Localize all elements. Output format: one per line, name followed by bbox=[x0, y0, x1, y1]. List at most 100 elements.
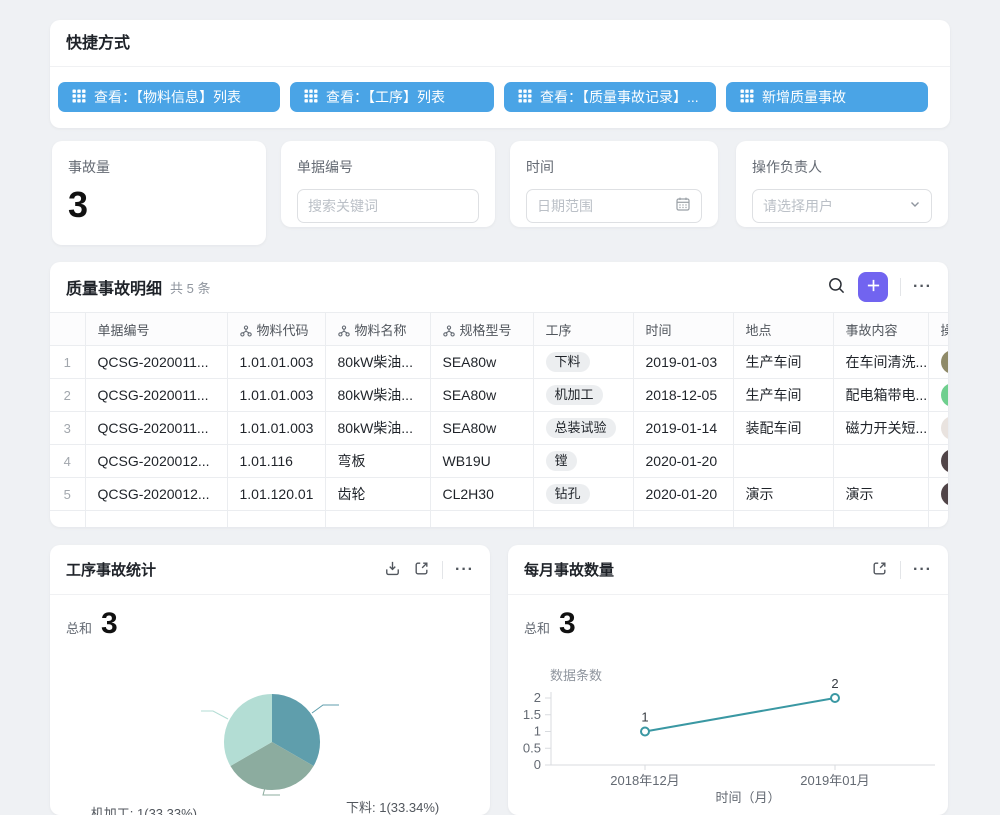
cell-material_name: 80kW柴油... bbox=[325, 379, 430, 412]
date-range-placeholder: 日期范围 bbox=[537, 196, 593, 216]
cell-place bbox=[733, 445, 833, 478]
cell-date: 2019-01-14 bbox=[633, 412, 733, 445]
cell-spec: CL2H30 bbox=[430, 478, 533, 511]
column-header-label: 工序 bbox=[546, 323, 572, 338]
docno-search-input[interactable] bbox=[308, 190, 468, 222]
table-header-row: 单据编号物料代码物料名称规格型号工序时间地点事故内容操作负责人 bbox=[50, 313, 948, 346]
x-tick-label: 2019年01月 bbox=[800, 773, 869, 788]
cell-avatar_color bbox=[928, 445, 948, 478]
pie-chart-area: 下料: 1(33.34%) 总装试验: 1(33.33%) 机加工: 1(33.… bbox=[50, 645, 490, 815]
link-icon bbox=[338, 325, 350, 337]
more-options-button[interactable]: ··· bbox=[913, 279, 932, 295]
calendar-icon bbox=[675, 196, 691, 217]
cell-content: 磁力开关短... bbox=[833, 412, 928, 445]
incident-detail-header: 质量事故明细 共 5 条 ··· bbox=[50, 262, 948, 312]
line-card-toolbar: ··· bbox=[871, 560, 932, 580]
expand-button[interactable] bbox=[871, 560, 888, 580]
assignee-avatar bbox=[941, 350, 949, 374]
pie-sum-row: 总和 3 bbox=[50, 595, 490, 640]
column-header: 地点 bbox=[733, 313, 833, 346]
more-options-button[interactable]: ··· bbox=[913, 562, 932, 578]
cell-process: 钻孔 bbox=[533, 478, 633, 511]
more-options-button[interactable]: ··· bbox=[455, 562, 474, 578]
pie-card-title: 工序事故统计 bbox=[66, 559, 156, 580]
shortcuts-card: 快捷方式 查看：【物料信息】列表 查看：【工序】列表 查看：【质量事故记录】..… bbox=[50, 20, 950, 128]
cell-doc_no: QCSG-2020012... bbox=[85, 445, 227, 478]
shortcut-view-incident-records-button[interactable]: 查看：【质量事故记录】... bbox=[504, 82, 716, 112]
pie-card-header: 工序事故统计 ··· bbox=[50, 545, 490, 595]
process-tag: 钻孔 bbox=[546, 484, 590, 504]
y-tick-label: 2 bbox=[534, 690, 541, 705]
cell-date: 2019-01-03 bbox=[633, 346, 733, 379]
x-tick-label: 2018年12月 bbox=[610, 773, 679, 788]
data-point[interactable] bbox=[831, 694, 839, 702]
sum-value: 3 bbox=[101, 608, 118, 640]
time-filter-card: 时间 日期范围 bbox=[510, 141, 718, 227]
data-point[interactable] bbox=[641, 728, 649, 736]
table-row[interactable]: 2QCSG-2020011...1.01.01.00380kW柴油...SEA8… bbox=[50, 379, 948, 412]
data-point-label: 2 bbox=[831, 676, 838, 691]
pie-slices bbox=[224, 694, 320, 790]
incident-count-card: 事故量 3 bbox=[52, 141, 266, 245]
owner-select-placeholder: 请选择用户 bbox=[763, 196, 833, 216]
download-button[interactable] bbox=[384, 560, 401, 580]
shortcut-view-material-list-button[interactable]: 查看：【物料信息】列表 bbox=[58, 82, 280, 112]
table-row[interactable]: 1QCSG-2020011...1.01.01.00380kW柴油...SEA8… bbox=[50, 346, 948, 379]
column-header: 时间 bbox=[633, 313, 733, 346]
docno-filter-label: 单据编号 bbox=[297, 157, 479, 177]
cell-num: 5 bbox=[50, 478, 85, 511]
cell-process: 总装试验 bbox=[533, 412, 633, 445]
time-filter-label: 时间 bbox=[526, 157, 702, 177]
cell-num: 4 bbox=[50, 445, 85, 478]
column-header-label: 操作负责人 bbox=[941, 323, 949, 338]
expand-button[interactable] bbox=[413, 560, 430, 580]
link-icon bbox=[240, 325, 252, 337]
column-header-label: 物料代码 bbox=[257, 323, 309, 338]
owner-select[interactable]: 请选择用户 bbox=[752, 189, 932, 223]
column-header: 物料代码 bbox=[227, 313, 325, 346]
table-row[interactable]: 4QCSG-2020012...1.01.116弯板WB19U镗2020-01-… bbox=[50, 445, 948, 478]
cell-content: 配电箱带电... bbox=[833, 379, 928, 412]
pie-chart bbox=[50, 645, 490, 815]
column-header: 单据编号 bbox=[85, 313, 227, 346]
line-series bbox=[645, 698, 835, 732]
cell-material_name: 齿轮 bbox=[325, 478, 430, 511]
search-icon bbox=[827, 276, 846, 298]
pie-label-jijiagong: 机加工: 1(33.33%) bbox=[50, 803, 197, 815]
shortcut-button-label: 查看：【质量事故记录】... bbox=[540, 87, 699, 107]
line-sum-row: 总和 3 bbox=[508, 595, 948, 640]
incident-count-value: 3 bbox=[68, 185, 250, 225]
cell-material_code: 1.01.01.003 bbox=[227, 412, 325, 445]
y-tick-label: 1 bbox=[534, 724, 541, 739]
cell-num: 1 bbox=[50, 346, 85, 379]
cell-material_name: 80kW柴油... bbox=[325, 346, 430, 379]
shortcut-new-incident-button[interactable]: 新增质量事故 bbox=[726, 82, 928, 112]
table-row[interactable]: 3QCSG-2020011...1.01.01.00380kW柴油...SEA8… bbox=[50, 412, 948, 445]
incident-count-label: 事故量 bbox=[68, 157, 250, 177]
search-button[interactable] bbox=[827, 276, 846, 298]
cell-material_code: 1.01.01.003 bbox=[227, 346, 325, 379]
cell-content: 演示 bbox=[833, 478, 928, 511]
shortcut-view-process-list-button[interactable]: 查看：【工序】列表 bbox=[290, 82, 494, 112]
docno-search-box bbox=[297, 189, 479, 223]
cell-place: 演示 bbox=[733, 478, 833, 511]
owner-filter-card: 操作负责人 请选择用户 bbox=[736, 141, 948, 227]
table-body: 1QCSG-2020011...1.01.01.00380kW柴油...SEA8… bbox=[50, 346, 948, 527]
column-header-label: 单据编号 bbox=[98, 323, 150, 338]
sum-label: 总和 bbox=[524, 618, 550, 637]
cell-num: 2 bbox=[50, 379, 85, 412]
monthly-incident-count-card: 每月事故数量 ··· 总和 3 00.511.522018年12月2019年01… bbox=[508, 545, 948, 815]
shortcuts-title: 快捷方式 bbox=[50, 20, 950, 67]
column-header: 工序 bbox=[533, 313, 633, 346]
table-row[interactable]: 5QCSG-2020012...1.01.120.01齿轮CL2H30钻孔202… bbox=[50, 478, 948, 511]
date-range-picker[interactable]: 日期范围 bbox=[526, 189, 702, 223]
cell-place: 生产车间 bbox=[733, 379, 833, 412]
cell-spec: SEA80w bbox=[430, 379, 533, 412]
docno-filter-card: 单据编号 bbox=[281, 141, 495, 227]
add-record-button[interactable] bbox=[858, 272, 888, 302]
cell-process: 下料 bbox=[533, 346, 633, 379]
record-count: 共 5 条 bbox=[170, 278, 210, 297]
column-header: 事故内容 bbox=[833, 313, 928, 346]
cell-doc_no: QCSG-2020012... bbox=[85, 478, 227, 511]
cell-avatar_color bbox=[928, 379, 948, 412]
